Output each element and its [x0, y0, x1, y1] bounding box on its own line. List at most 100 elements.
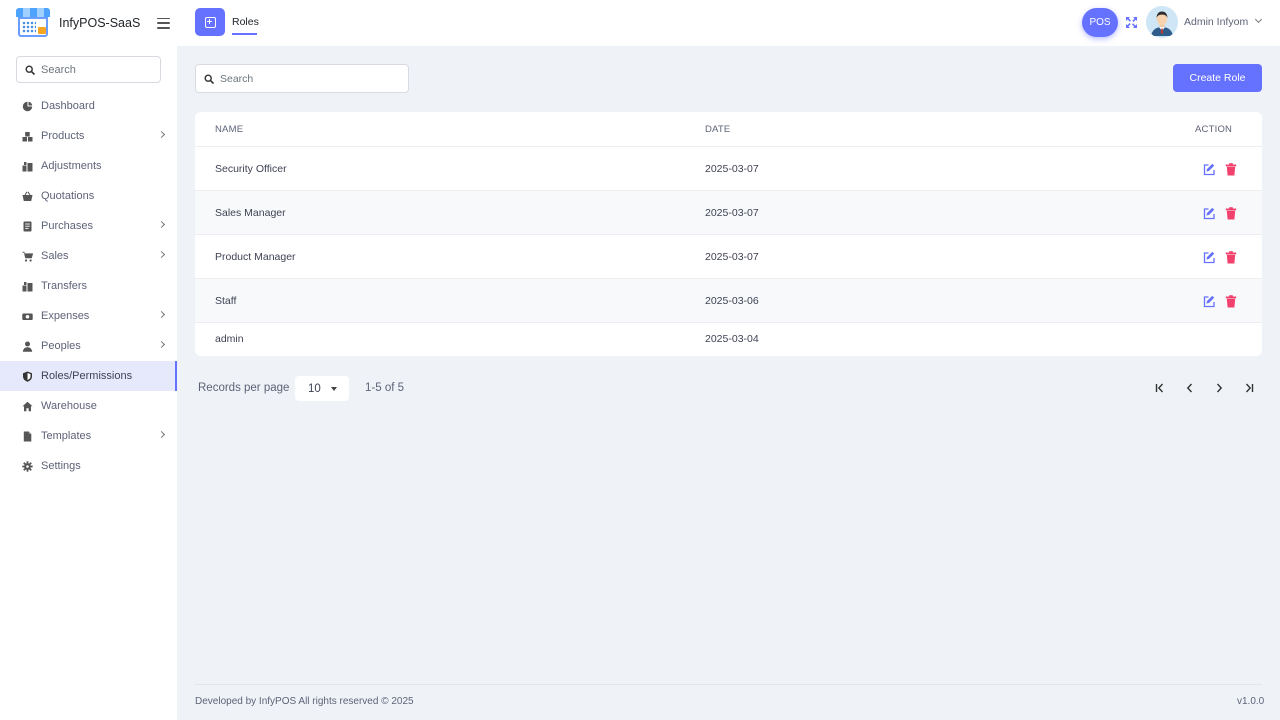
gear-icon	[22, 460, 33, 472]
file-icon	[22, 431, 33, 442]
table-row: Staff 2025-03-06	[195, 279, 1262, 323]
table-body: Security Officer 2025-03-07 Sales Manager 2…	[195, 147, 1262, 355]
edit-icon[interactable]	[1203, 295, 1215, 308]
sidebar-item-sales[interactable]: Sales	[0, 241, 177, 271]
chevron-right-icon	[157, 250, 166, 259]
chevron-right-icon	[157, 130, 166, 139]
user-name[interactable]: Admin Infyom	[1184, 16, 1248, 28]
role-name: Product Manager	[215, 250, 296, 263]
row-actions	[1203, 295, 1237, 308]
records-per-page-label: Records per page	[198, 382, 290, 394]
plus-square-icon	[204, 16, 216, 28]
row-actions	[1203, 163, 1237, 176]
sidebar-item-label: Roles/Permissions	[41, 370, 133, 382]
fullscreen-icon[interactable]	[1125, 16, 1138, 29]
edit-icon[interactable]	[1203, 207, 1215, 220]
home-icon	[22, 401, 33, 412]
chevron-right-icon	[157, 310, 166, 319]
store-logo-icon[interactable]	[16, 8, 50, 38]
role-name: Sales Manager	[215, 206, 286, 219]
row-actions	[1203, 207, 1237, 220]
pagination: Records per page 10 1-5 of 5	[198, 376, 1262, 402]
shield-icon	[22, 371, 33, 382]
search-icon	[204, 73, 214, 84]
search-icon	[25, 64, 35, 75]
sidebar-item-label: Sales	[41, 250, 69, 262]
edit-icon[interactable]	[1203, 251, 1215, 264]
sidebar-item-label: Products	[41, 130, 85, 142]
column-header-action: ACTION	[1195, 123, 1233, 135]
sidebar-item-label: Peoples	[41, 340, 81, 352]
sidebar-item-roles-permissions[interactable]: Roles/Permissions	[0, 361, 177, 391]
edit-icon[interactable]	[1203, 163, 1215, 176]
sidebar-item-dashboard[interactable]: Dashboard	[0, 91, 177, 121]
sidebar-item-products[interactable]: Products	[0, 121, 177, 151]
chevron-down-icon[interactable]	[1254, 15, 1263, 24]
sidebar-item-templates[interactable]: Templates	[0, 421, 177, 451]
sidebar-item-peoples[interactable]: Peoples	[0, 331, 177, 361]
sidebar: InfyPOS-SaaS Dashboard Products Adjustment…	[0, 0, 177, 720]
column-header-name[interactable]: NAME	[215, 124, 243, 135]
sidebar-item-expenses[interactable]: Expenses	[0, 301, 177, 331]
sidebar-item-quotations[interactable]: Quotations	[0, 181, 177, 211]
records-per-page-select[interactable]: 10	[295, 376, 349, 401]
table-header: NAME DATE ACTION	[195, 112, 1262, 147]
sidebar-item-label: Settings	[41, 460, 81, 472]
role-date: 2025-03-06	[705, 294, 759, 307]
last-page-icon[interactable]	[1241, 380, 1257, 396]
table-row: admin 2025-03-04	[195, 323, 1262, 355]
pagination-range: 1-5 of 5	[365, 382, 404, 394]
pos-button[interactable]: POS	[1082, 8, 1118, 37]
sidebar-item-settings[interactable]: Settings	[0, 451, 177, 481]
role-name: Staff	[215, 294, 237, 307]
sidebar-item-label: Expenses	[41, 310, 90, 322]
roles-search	[195, 64, 409, 93]
footer-divider	[195, 684, 1262, 685]
sidebar-search	[16, 56, 161, 83]
dashboard-icon	[22, 101, 33, 112]
role-date: 2025-03-07	[705, 162, 759, 175]
sidebar-item-adjustments[interactable]: Adjustments	[0, 151, 177, 181]
role-date: 2025-03-07	[705, 250, 759, 263]
sidebar-item-purchases[interactable]: Purchases	[0, 211, 177, 241]
role-name: Security Officer	[215, 162, 287, 175]
purchases-icon	[22, 221, 33, 232]
records-per-page-value: 10	[308, 382, 321, 395]
sidebar-item-label: Templates	[41, 430, 92, 442]
chevron-right-icon	[157, 220, 166, 229]
table-row: Security Officer 2025-03-07	[195, 147, 1262, 191]
sidebar-search-input[interactable]	[41, 63, 151, 76]
table-row: Sales Manager 2025-03-07	[195, 191, 1262, 235]
caret-down-icon	[331, 387, 337, 391]
sidebar-item-label: Warehouse	[41, 400, 97, 412]
avatar[interactable]	[1146, 6, 1178, 38]
sidebar-item-label: Purchases	[41, 220, 93, 232]
cart-icon	[22, 251, 33, 262]
sidebar-menu: Dashboard Products Adjustments Quotations Pu…	[0, 91, 177, 481]
sidebar-item-label: Quotations	[41, 190, 95, 202]
sidebar-item-transfers[interactable]: Transfers	[0, 271, 177, 301]
next-page-icon[interactable]	[1211, 380, 1227, 396]
trash-icon[interactable]	[1225, 251, 1237, 264]
tab-roles[interactable]: Roles	[232, 16, 259, 35]
role-date: 2025-03-04	[705, 333, 759, 345]
app-version: v1.0.0	[1237, 696, 1265, 707]
roles-search-input[interactable]	[220, 72, 400, 85]
column-header-date[interactable]: DATE	[705, 124, 730, 135]
sidebar-item-label: Dashboard	[41, 100, 95, 112]
trash-icon[interactable]	[1225, 207, 1237, 220]
adjustments-icon	[22, 161, 33, 172]
roles-table: NAME DATE ACTION Security Officer 2025-03…	[195, 112, 1262, 356]
previous-page-icon[interactable]	[1182, 380, 1198, 396]
role-date: 2025-03-07	[705, 206, 759, 219]
add-shortcut-button[interactable]	[195, 8, 225, 36]
sidebar-item-warehouse[interactable]: Warehouse	[0, 391, 177, 421]
create-role-button[interactable]: Create Role	[1173, 64, 1262, 92]
hamburger-menu-icon[interactable]	[157, 17, 171, 29]
brand-name: InfyPOS-SaaS	[59, 16, 141, 30]
basket-icon	[22, 191, 33, 202]
footer-text: Developed by InfyPOS All rights reserved…	[195, 696, 414, 707]
first-page-icon[interactable]	[1152, 380, 1168, 396]
trash-icon[interactable]	[1225, 163, 1237, 176]
trash-icon[interactable]	[1225, 295, 1237, 308]
